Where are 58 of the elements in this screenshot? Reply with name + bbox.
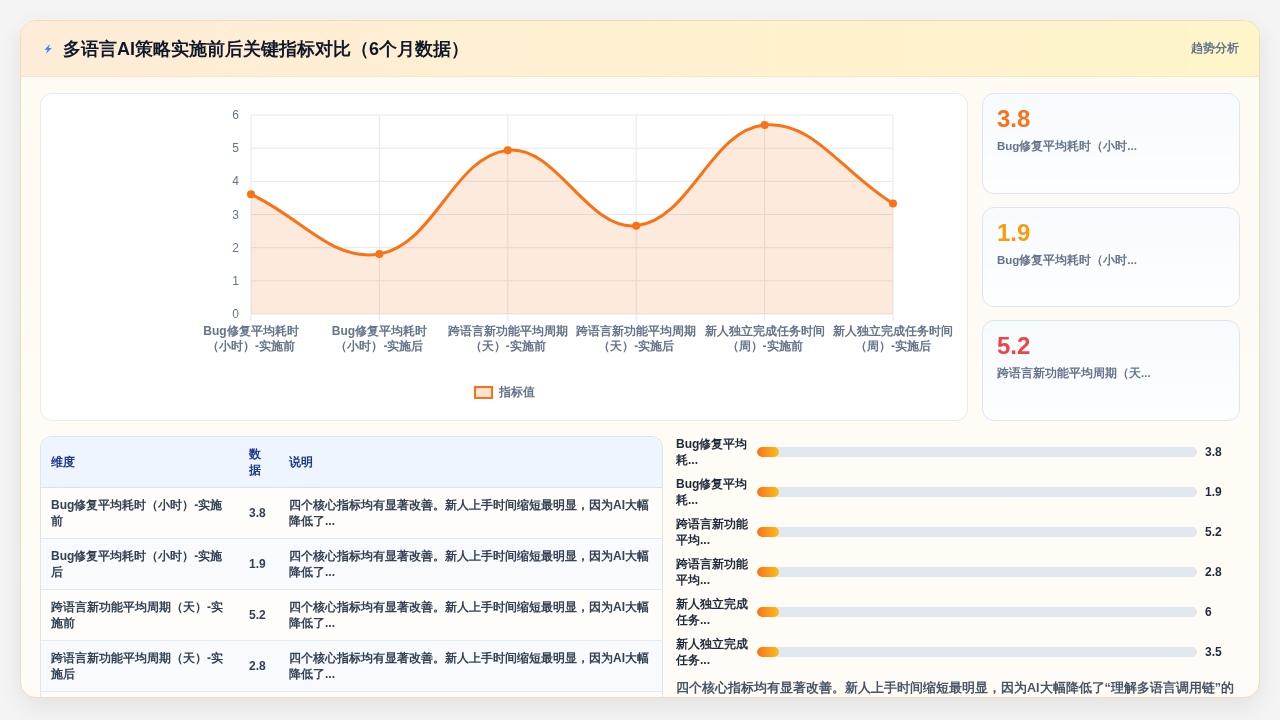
table-cell: 5.2 <box>239 589 279 641</box>
column-header: 说明 <box>279 437 662 488</box>
summary-text: 四个核心指标均有显著改善。新人上手时间缩短最明显，因为AI大幅降低了“理解多语言调用链”的 <box>676 680 1235 696</box>
axis-tick-label: 2 <box>232 240 239 255</box>
data-point <box>503 146 512 155</box>
data-point <box>632 221 641 230</box>
axis-category-label: 跨语言新功能平均周期（天）-实施后 <box>575 324 698 354</box>
bar-label: 新人独立完成任务... <box>676 596 749 628</box>
table-cell: 跨语言新功能平均周期（天）-实施后 <box>41 640 239 692</box>
table-cell: 四个核心指标均有显著改善。新人上手时间缩短最明显，因为AI大幅降低了... <box>279 487 662 539</box>
bar-label: Bug修复平均耗... <box>676 476 749 508</box>
axis-tick-label: 0 <box>232 307 239 321</box>
table-cell: 四个核心指标均有显著改善。新人上手时间缩短最明显，因为AI大幅降低了... <box>279 589 662 641</box>
legend-label: 指标值 <box>498 383 535 401</box>
bar-value: 3.8 <box>1205 445 1223 459</box>
bar-value: 5.2 <box>1205 525 1223 539</box>
bar-label: 新人独立完成任务... <box>676 636 749 668</box>
axis-tick-label: 4 <box>232 174 239 189</box>
kpi-label: Bug修复平均耗时（小时... <box>997 252 1138 268</box>
bar-value: 6 <box>1205 605 1213 619</box>
table-cell: 四个核心指标均有显著改善。新人上手时间缩短最明显，因为AI大幅降低了... <box>279 538 662 590</box>
axis-category-label: Bug修复平均耗时（小时）-实施前 <box>202 324 300 354</box>
table-cell: 2.8 <box>239 640 279 692</box>
table-cell: 四个核心指标均有显著改善。新人上手时间缩短最明显，因为AI大幅降低了... <box>279 640 662 692</box>
axis-tick-label: 3 <box>232 207 239 222</box>
bar-label: 跨语言新功能平均... <box>676 556 749 588</box>
axis-tick-label: 1 <box>232 273 239 288</box>
dashboard-title: 多语言AI策略实施前后关键指标对比（6个月数据） <box>63 37 469 61</box>
table-cell: Bug修复平均耗时（小时）-实施前 <box>41 487 239 539</box>
kpi-value: 5.2 <box>997 332 1032 361</box>
axis-category-label: 新人独立完成任务时间（周）-实施前 <box>703 324 826 354</box>
axis-category-label: 新人独立完成任务时间（周）-实施后 <box>832 324 954 354</box>
lightning-icon <box>43 43 53 54</box>
table-cell: 跨语言新功能平均周期（天）-实施前 <box>41 589 239 641</box>
column-header: 数据 <box>239 437 279 488</box>
kpi-value: 3.8 <box>997 105 1032 133</box>
axis-category-label: 跨语言新功能平均周期（天）-实施前 <box>446 324 569 354</box>
kpi-label: 跨语言新功能平均周期（天... <box>997 365 1152 382</box>
table-cell: 1.9 <box>239 538 279 590</box>
legend-swatch-icon <box>473 385 493 399</box>
column-header: 维度 <box>41 437 239 488</box>
table-cell: Bug修复平均耗时（小时）-实施后 <box>41 538 239 590</box>
bar-label: Bug修复平均耗... <box>676 436 749 468</box>
axis-category-label: Bug修复平均耗时（小时）-实施后 <box>330 324 429 354</box>
header-tag: 趋势分析 <box>1191 40 1239 57</box>
kpi-label: Bug修复平均耗时（小时... <box>997 139 1138 154</box>
bar-value: 2.8 <box>1205 565 1223 579</box>
data-point <box>247 190 255 199</box>
bar-label: 跨语言新功能平均... <box>676 516 749 548</box>
data-point <box>375 249 384 258</box>
data-point <box>760 120 769 129</box>
table-cell: 3.8 <box>239 487 279 539</box>
axis-tick-label: 5 <box>232 141 239 156</box>
data-point <box>889 199 897 208</box>
axis-tick-label: 6 <box>232 108 239 122</box>
bar-value: 3.5 <box>1205 645 1223 659</box>
bar-value: 1.9 <box>1205 485 1223 499</box>
kpi-value: 1.9 <box>997 218 1032 247</box>
